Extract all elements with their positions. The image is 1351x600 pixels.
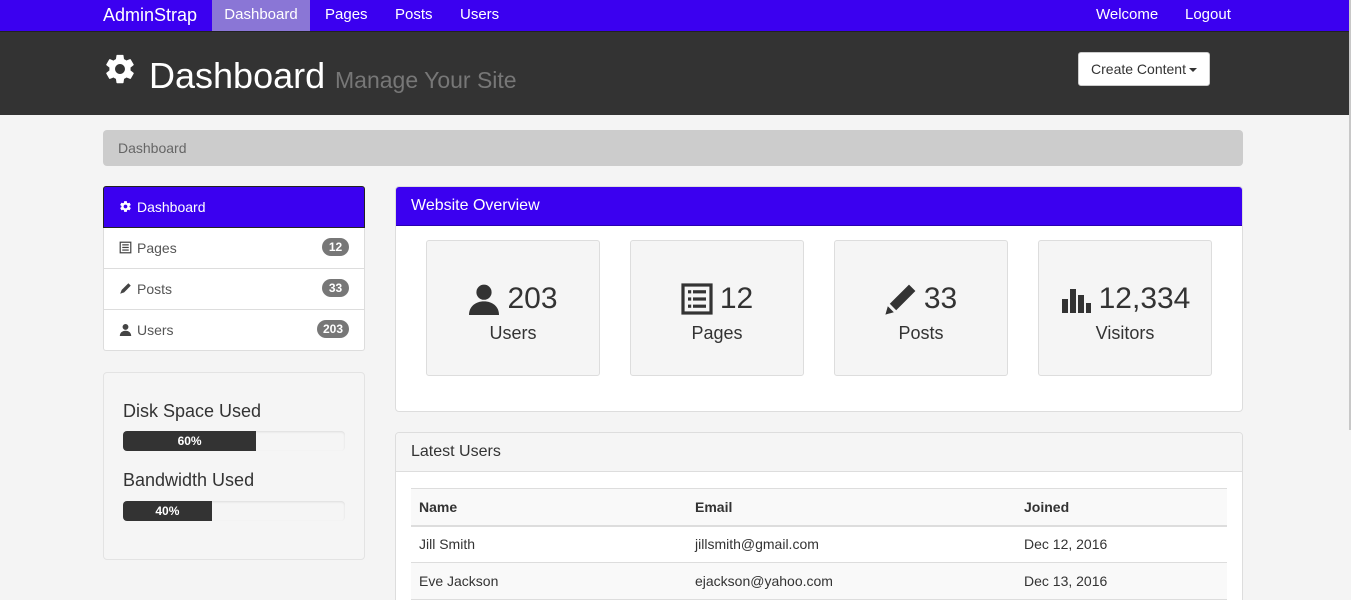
table-row: Eve Jackson ejackson@yahoo.com Dec 13, 2… [411,562,1227,600]
stat-value: 203 [507,282,558,315]
user-name-cell: Jill Smith [411,525,687,563]
create-content-button[interactable]: Create Content [1078,52,1210,86]
latest-users-title: Latest Users [396,433,1242,472]
stat-card-visitors: 12,334 Visitors [1038,240,1212,376]
pencil-icon [885,284,916,315]
disk-space-progress-bar: 60% [123,431,257,451]
column-header-joined: Joined [1016,488,1227,527]
page-title: Dashboard [149,55,326,96]
page-subtitle: Manage Your Site [335,67,517,93]
sidebar-item-pages[interactable]: Pages 12 [103,228,365,269]
user-email-cell: ejackson@yahoo.com [687,562,1016,600]
gear-icon [120,201,131,212]
website-overview-panel: Website Overview 203 Users 12 Pages 33 P… [395,186,1243,412]
list-icon [119,241,132,254]
nav-link-welcome[interactable]: Welcome [1096,0,1158,31]
website-overview-title: Website Overview [396,187,1242,226]
breadcrumb-current: Dashboard [118,140,187,156]
brand-logo[interactable]: AdminStrap [103,5,197,26]
latest-users-table: Name Email Joined Jill Smith jillsmith@g… [411,488,1227,600]
stat-label: Posts [898,323,944,343]
latest-users-panel: Latest Users Name Email Joined Jill Smit… [395,432,1243,600]
sidebar-item-dashboard[interactable]: Dashboard [103,186,365,228]
usage-well: Disk Space Used 60% Bandwidth Used 40% [103,372,365,560]
pencil-icon [120,283,131,294]
stat-label: Pages [691,323,743,343]
stat-value: 12,334 [1098,282,1191,315]
page-header: Dashboard Manage Your Site Create Conten… [0,31,1351,115]
caret-down-icon [1188,68,1197,73]
nav-link-users[interactable]: Users [460,0,499,31]
sidebar-item-users[interactable]: Users 203 [103,310,365,351]
user-icon [469,284,500,315]
user-icon [119,323,132,336]
column-header-name: Name [411,488,687,527]
breadcrumb: Dashboard [103,130,1243,166]
stat-card-users: 203 Users [426,240,600,376]
table-header-row: Name Email Joined [411,488,1227,527]
disk-space-label: Disk Space Used [123,401,262,421]
nav-link-logout[interactable]: Logout [1185,0,1231,31]
sidebar-menu: Dashboard Pages 12 Posts 33 Users 203 [103,186,365,351]
user-name-cell: Eve Jackson [411,562,687,600]
stat-label: Users [489,323,537,343]
gear-icon [106,54,134,84]
nav-link-dashboard[interactable]: Dashboard [212,0,310,31]
stat-value: 12 [719,282,754,315]
user-joined-cell: Dec 13, 2016 [1016,562,1227,600]
sidebar-item-posts[interactable]: Posts 33 [103,269,365,310]
user-joined-cell: Dec 12, 2016 [1016,525,1227,563]
create-content-label: Create Content [1091,61,1186,77]
user-email-cell: jillsmith@gmail.com [687,525,1016,563]
bandwidth-progress: 40% [123,501,345,521]
sidebar-item-label: Pages [137,240,177,256]
bandwidth-progress-bar: 40% [123,501,212,521]
nav-link-posts[interactable]: Posts [395,0,433,31]
sidebar-item-label: Posts [137,281,173,297]
stat-value: 33 [923,282,958,315]
list-icon [681,283,713,315]
bandwidth-label: Bandwidth Used [123,470,255,490]
count-badge: 33 [322,279,349,297]
stat-card-posts: 33 Posts [834,240,1008,376]
column-header-email: Email [687,488,1016,527]
disk-space-progress: 60% [123,431,345,451]
top-navbar: AdminStrap Dashboard Pages Posts Users W… [0,0,1351,31]
nav-link-pages[interactable]: Pages [325,0,368,31]
table-row: Jill Smith jillsmith@gmail.com Dec 12, 2… [411,525,1227,563]
stat-label: Visitors [1095,323,1155,343]
stat-card-pages: 12 Pages [630,240,804,376]
sidebar-item-label: Users [137,322,174,338]
bar-chart-icon [1061,289,1091,313]
count-badge: 12 [322,238,349,256]
sidebar-item-label: Dashboard [137,199,206,215]
count-badge: 203 [316,320,349,338]
